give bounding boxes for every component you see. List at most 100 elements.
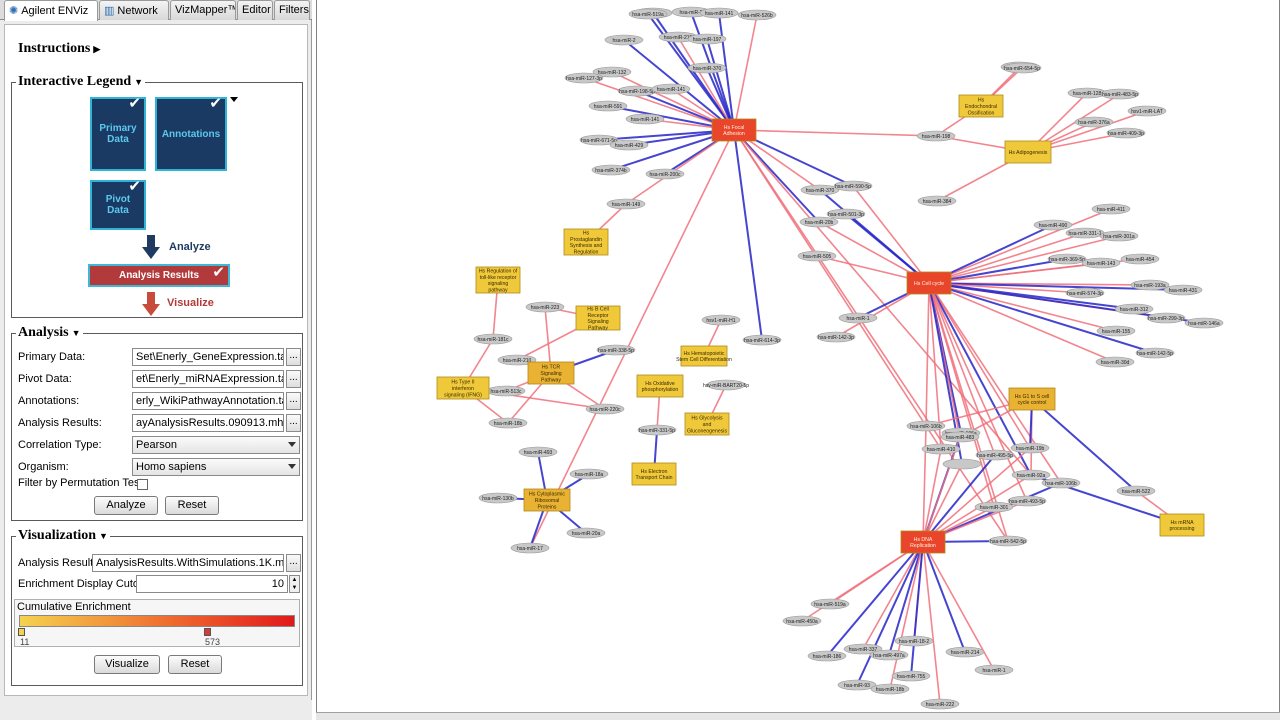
mirna-node[interactable]: hsa-miR-127-3p (564, 72, 604, 84)
mirna-label[interactable]: hsa-miR-186 (813, 654, 842, 660)
mirna-node[interactable]: hsv1-miR-H1 (701, 314, 741, 326)
mirna-label[interactable]: hsa-miR-223 (531, 305, 560, 311)
mirna-node[interactable]: hsa-miR-526b (737, 9, 777, 21)
mirna-label[interactable]: hsa-miR-2 (612, 38, 635, 44)
analysis-reset-button[interactable]: Reset (165, 496, 219, 515)
pathway-node-mrna[interactable]: Hs mRNAprocessing (1159, 513, 1205, 537)
tab-vizmapper[interactable]: VizMapper™ (170, 0, 236, 20)
mirna-label[interactable]: hsa-miR-429 (615, 143, 644, 149)
hub-node-cc[interactable]: Hs Cell cycle (906, 271, 952, 295)
mirna-node[interactable]: hsa-miR-130b (478, 492, 518, 504)
pathway-node-oxphos-label[interactable]: Hs Oxidative (645, 381, 675, 387)
mirna-label[interactable]: hsa-miR-198 (922, 134, 951, 140)
mirna-node[interactable]: hsa-miR-155 (1096, 325, 1136, 337)
pathway-node-tcr-label[interactable]: Signaling (540, 371, 561, 377)
pathway-node-ribo-label[interactable]: Proteins (537, 504, 556, 510)
pathway-node-hemato-label[interactable]: Stem Cell Differentiation (676, 357, 732, 363)
mirna-node[interactable]: hsa-miR-197 (687, 33, 727, 45)
mirna-label[interactable]: hsa-miR-200c (649, 172, 681, 178)
pathway-node-bcell-label[interactable]: Pathway (588, 326, 608, 332)
mirna-label[interactable]: hsa-miR-490 (1039, 223, 1068, 229)
pathway-node-endo-label[interactable]: Endochondral (965, 104, 997, 110)
mirna-node[interactable]: hsa-miR-149 (606, 198, 646, 210)
mirna-label[interactable]: hsa-miR-450a (786, 619, 818, 625)
mirna-node[interactable]: hsa-miR-574-3p (1065, 287, 1105, 299)
mirna-node[interactable]: hsa-miR-141 (651, 83, 691, 95)
mirna-label[interactable]: hsa-miR-155 (1102, 329, 1131, 335)
mirna-label[interactable]: hsa-miR-574-3p (1067, 291, 1103, 297)
mirna-node[interactable]: hsa-miR-454 (1120, 253, 1160, 265)
mirna-node[interactable]: hsa-miR-483 (940, 431, 980, 443)
mirna-label[interactable]: hsa-miR-501-3p (828, 212, 864, 218)
mirna-node[interactable]: hsa-miR-429 (609, 139, 649, 151)
mirna-label[interactable]: hsa-miR-370 (693, 66, 722, 72)
mirna-node[interactable]: hsa-miR-141 (625, 113, 665, 125)
pathway-node-mrna-label[interactable]: Hs mRNA (1170, 520, 1194, 526)
pathway-node-adipo[interactable]: Hs Adipogenesis (1004, 140, 1052, 164)
mirna-node[interactable]: hsa-miR-493 (518, 446, 558, 458)
cutoff-spinner-arrows[interactable]: ▲ ▼ (289, 575, 300, 593)
mirna-node[interactable]: hsa-miR-410 (921, 443, 961, 455)
permutation-test-checkbox[interactable] (137, 479, 148, 490)
mirna-node[interactable]: hsa-miR-542-5p (988, 535, 1028, 547)
mirna-node[interactable]: hsa-miR-106b (1041, 477, 1081, 489)
mirna-label[interactable]: hsa-miR-409-3p (1108, 131, 1144, 137)
mirna-label[interactable]: hsa-miR-493-5p (1009, 499, 1045, 505)
mirna-node[interactable]: hsa-miR-92a (1011, 469, 1051, 481)
pathway-node-bcell[interactable]: Hs B CellReceptorSignalingPathway (575, 305, 621, 332)
mirna-node[interactable]: hsa-miR-654-5p (1002, 62, 1042, 74)
mirna-label[interactable]: hsa-miR-384 (923, 199, 952, 205)
mirna-node[interactable]: hsa-miR-369-5p (1047, 253, 1087, 265)
mirna-node[interactable]: hsa-miR-513c (486, 385, 526, 397)
mirna-label[interactable]: hsa-miR-142-3p (818, 335, 854, 341)
pathway-node-glyco-label[interactable]: and (703, 422, 712, 428)
annotations-browse-button[interactable]: ... (286, 392, 301, 410)
mirna-node[interactable] (942, 458, 982, 470)
mirna-label[interactable]: hsa-miR-106b (910, 424, 942, 430)
mirna-node[interactable]: hsa-miR-590-5p (833, 180, 873, 192)
viz-results-browse-button[interactable]: ... (286, 554, 301, 572)
visualize-button[interactable]: Visualize (94, 655, 160, 674)
mirna-label[interactable]: hsa-miR-431 (1169, 288, 1198, 294)
mirna-label[interactable]: hsa-miR-526b (741, 13, 773, 19)
mirna-node[interactable]: hsa-miR-214 (945, 646, 985, 658)
mirna-node[interactable]: hsa-miR-483-5p (1100, 88, 1140, 100)
mirna-label[interactable]: hsa-miR-19b (1016, 446, 1045, 452)
mirna-label[interactable]: hsa-miR-132 (598, 70, 627, 76)
mirna-node[interactable]: hsa-miR-19b (1010, 442, 1050, 454)
mirna-label[interactable]: hsa-miR-370 (806, 188, 835, 194)
hub-node-cc-label[interactable]: Hs Cell cycle (914, 281, 944, 287)
mirna-node[interactable]: hsa-miR-186 (807, 650, 847, 662)
mirna-label[interactable]: hsa-miR-483-5p (1102, 92, 1138, 98)
mirna-node[interactable]: hsa-miR-106b (906, 420, 946, 432)
mirna-label[interactable]: hsa-miR-376a (1078, 120, 1110, 126)
mirna-node[interactable]: hsa-miR-193a (1130, 279, 1170, 291)
pathway-node-endo-label[interactable]: Ossification (968, 110, 995, 116)
mirna-node[interactable]: hsa-miR-1 (838, 312, 878, 324)
mirna-node[interactable]: hsa-miR-519a (810, 598, 850, 610)
mirna-label[interactable]: hsv1-miR-H1 (706, 318, 735, 324)
pathway-node-tollreg[interactable]: Hs Regulation oftoll-like receptorsignal… (475, 266, 521, 294)
mirna-label[interactable]: hsa-miR-128 (1073, 91, 1102, 97)
pathway-node-bcell-label[interactable]: Hs B Cell (587, 306, 609, 312)
pathway-node-etc-label[interactable]: Transport Chain (635, 475, 672, 481)
mirna-node[interactable]: hsa-miR-30d (1095, 356, 1135, 368)
mirna-label[interactable]: hsa-miR-505 (803, 254, 832, 260)
mirna-node[interactable]: hsa-miR-223 (525, 301, 565, 313)
mirna-node[interactable]: hsa-miR-312 (1114, 303, 1154, 315)
mirna-node[interactable]: hsa-miR-198 (916, 130, 956, 142)
mirna-label[interactable]: hsa-miR-495-5p (977, 453, 1013, 459)
tab-network[interactable]: ▥ Network (99, 0, 169, 20)
mirna-label[interactable]: hsa-miR-454 (1126, 257, 1155, 263)
pathway-node-ribo-label[interactable]: Hs Cytoplasmic (529, 492, 565, 498)
pathway-node-glyco-label[interactable]: Hs Glycolysis (691, 416, 723, 422)
mirna-label[interactable]: hsa-miR-30d (1101, 360, 1130, 366)
mirna-label[interactable]: hsa-miR-130b (482, 496, 514, 502)
pathway-node-tollreg-label[interactable]: Hs Regulation of (479, 268, 518, 274)
cutoff-spinner[interactable]: 10 (136, 575, 288, 593)
mirna-label[interactable]: hsa-miR-493 (524, 450, 553, 456)
mirna-label[interactable]: hsa-miR-18b (876, 687, 905, 693)
mirna-node[interactable]: hsa-miR-519a (628, 8, 668, 20)
mirna-label[interactable]: hsa-miR-331-5p (639, 428, 675, 434)
mirna-node[interactable]: hsa-miR-18b (870, 683, 910, 695)
